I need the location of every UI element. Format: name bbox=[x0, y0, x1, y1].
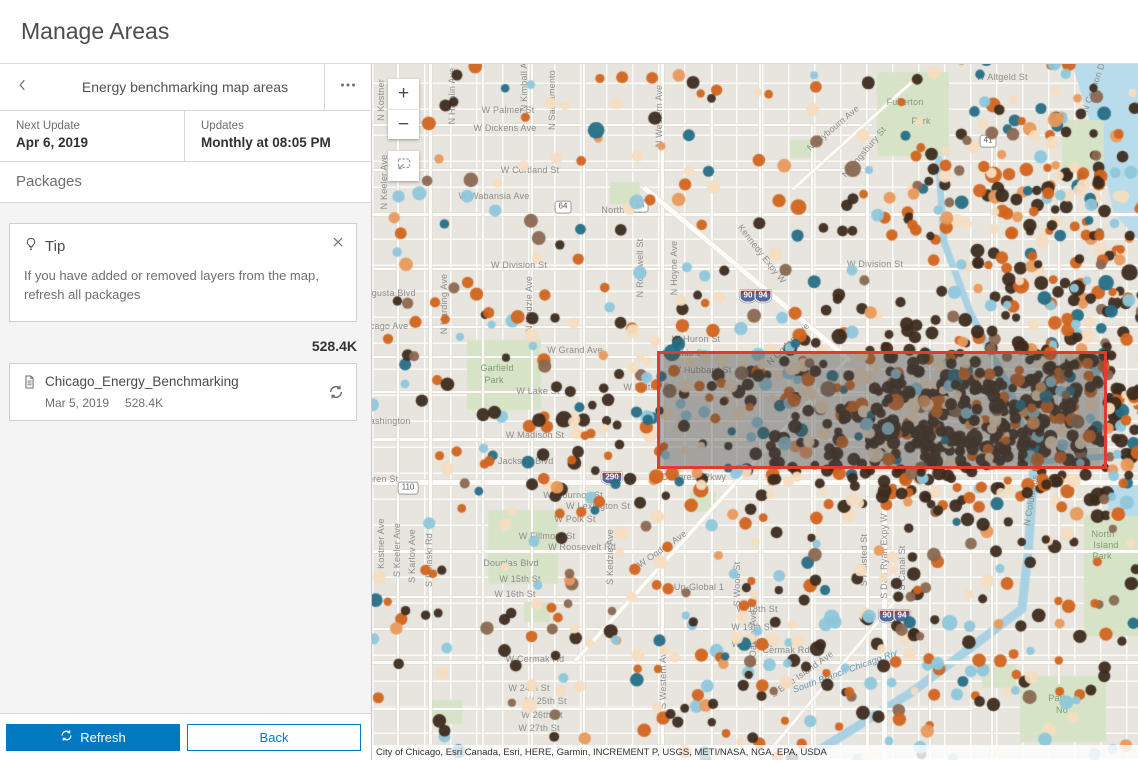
next-update-label: Next Update bbox=[16, 120, 80, 132]
tip-card: Tip If you have added or removed layers … bbox=[9, 223, 357, 322]
next-update-cell: Next Update Apr 6, 2019 bbox=[0, 111, 185, 161]
back-chevron-button[interactable] bbox=[0, 64, 46, 110]
package-size: 528.4K bbox=[125, 395, 164, 410]
default-extent-button[interactable] bbox=[388, 151, 419, 181]
panel-footer: Refresh Back bbox=[0, 713, 371, 760]
refresh-icon bbox=[60, 729, 73, 745]
package-date: Mar 5, 2019 bbox=[45, 395, 110, 410]
extent-icon bbox=[395, 156, 412, 177]
package-refresh-icon[interactable] bbox=[328, 384, 344, 400]
page-title: Manage Areas bbox=[21, 18, 170, 44]
main-layout: Energy benchmarking map areas Next Updat… bbox=[0, 64, 1138, 760]
more-options-button[interactable] bbox=[324, 64, 371, 110]
map-controls: + − bbox=[388, 79, 419, 181]
updates-label: Updates bbox=[201, 120, 244, 132]
total-package-size: 528.4K bbox=[311, 337, 357, 354]
back-button[interactable]: Back bbox=[187, 723, 361, 751]
app-header: Manage Areas bbox=[0, 0, 1138, 64]
document-icon bbox=[22, 374, 37, 390]
tip-header: Tip bbox=[24, 236, 342, 256]
ellipsis-icon bbox=[339, 77, 357, 98]
map[interactable]: W Palmer StW Dickens AveW Cortland StW W… bbox=[372, 64, 1138, 760]
map-area-extent-rectangle[interactable] bbox=[657, 351, 1107, 469]
zoom-in-button[interactable]: + bbox=[388, 79, 419, 109]
back-button-label: Back bbox=[259, 729, 289, 745]
package-name: Chicago_Energy_Benchmarking bbox=[45, 374, 239, 390]
map-attribution: City of Chicago, Esri Canada, Esri, HERE… bbox=[372, 745, 1138, 760]
manage-areas-panel: Energy benchmarking map areas Next Updat… bbox=[0, 64, 372, 760]
package-meta: Mar 5, 2019 528.4K bbox=[45, 396, 320, 410]
panel-header: Energy benchmarking map areas bbox=[0, 64, 371, 111]
next-update-value: Apr 6, 2019 bbox=[16, 135, 89, 150]
tip-title: Tip bbox=[45, 237, 66, 255]
packages-section-label: Packages bbox=[0, 162, 371, 203]
package-list-item[interactable]: Chicago_Energy_Benchmarking Mar 5, 2019 … bbox=[9, 362, 357, 421]
packages-body: Tip If you have added or removed layers … bbox=[0, 203, 371, 713]
zoom-out-button[interactable]: − bbox=[388, 109, 419, 139]
schedule-info-row: Next Update Apr 6, 2019 Updates Monthly … bbox=[0, 111, 371, 162]
updates-cell: Updates Monthly at 08:05 PM bbox=[185, 111, 347, 161]
updates-value: Monthly at 08:05 PM bbox=[201, 135, 331, 150]
tip-body-text: If you have added or removed layers from… bbox=[24, 268, 319, 302]
refresh-button[interactable]: Refresh bbox=[6, 723, 180, 751]
zoom-control: + − bbox=[388, 79, 419, 139]
chevron-left-icon bbox=[16, 77, 30, 98]
tip-close-button[interactable] bbox=[332, 236, 344, 248]
close-icon bbox=[332, 235, 344, 252]
refresh-button-label: Refresh bbox=[80, 729, 126, 745]
panel-title: Energy benchmarking map areas bbox=[81, 79, 289, 95]
lightbulb-icon bbox=[24, 236, 38, 256]
